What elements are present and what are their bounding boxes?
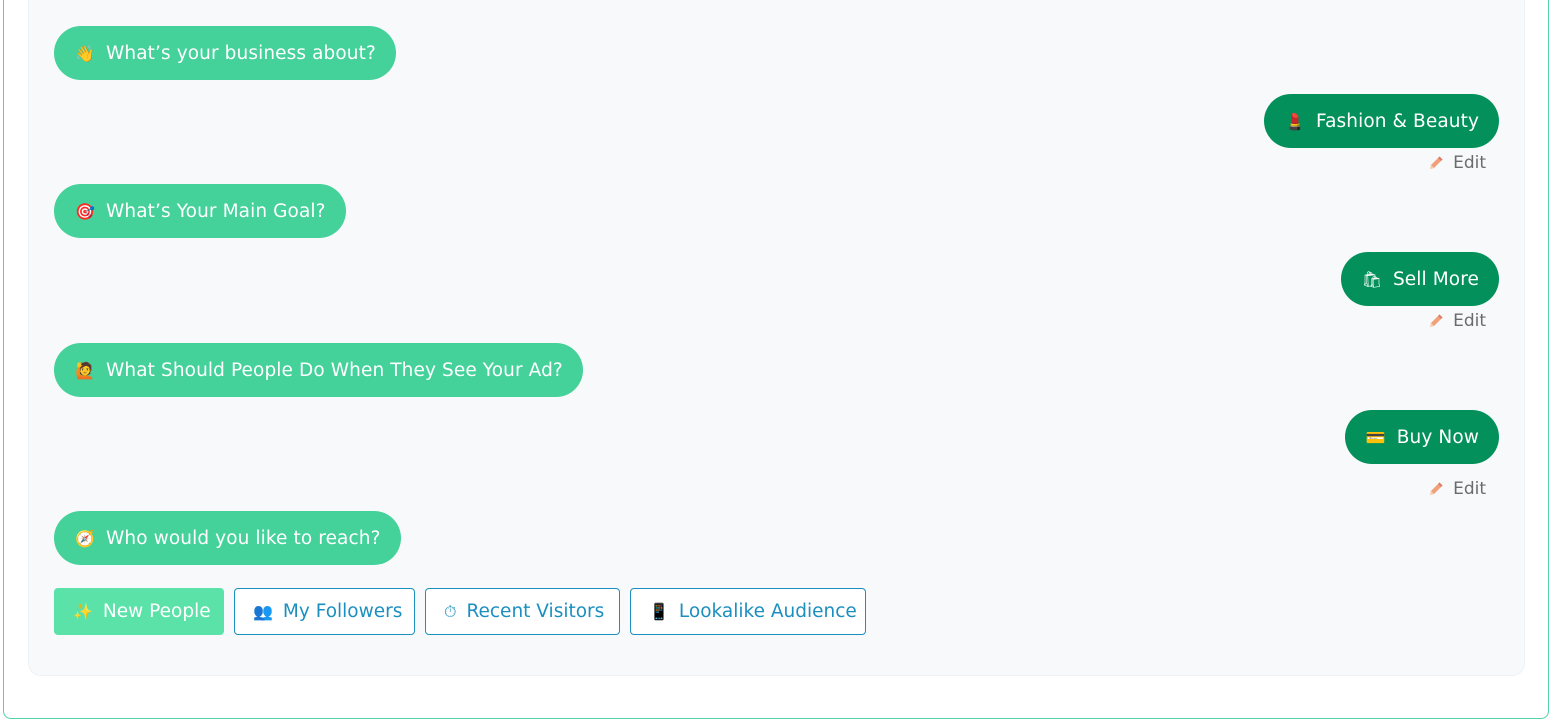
mobile-phone-icon: 📱 <box>649 602 669 621</box>
user-answer-text: Sell More <box>1392 268 1479 290</box>
raised-hand-person-icon: 🙋 <box>74 360 96 380</box>
target-icon: 🎯 <box>74 201 96 221</box>
option-label: New People <box>102 601 211 622</box>
pencil-icon <box>1430 156 1443 169</box>
bot-message-action: 🙋 What Should People Do When They See Yo… <box>54 343 583 397</box>
user-answer-text: Buy Now <box>1396 426 1479 448</box>
bot-message-text: Who would you like to reach? <box>106 527 381 549</box>
chat-panel: 👋 What’s your business about? 💄 Fashion … <box>29 0 1524 675</box>
pencil-icon <box>1430 482 1443 495</box>
bot-message-business: 👋 What’s your business about? <box>54 26 396 80</box>
compass-icon: 🧭 <box>74 528 96 548</box>
cash-register-icon: 💳 <box>1365 427 1386 447</box>
bot-message-text: What’s your business about? <box>106 42 376 64</box>
pencil-icon <box>1430 314 1443 327</box>
stopwatch-icon: ⏱ <box>444 601 457 621</box>
edit-goal-button[interactable]: Edit <box>1427 311 1486 331</box>
option-label: Lookalike Audience <box>678 601 857 622</box>
sparkles-icon: ✨ <box>73 602 93 621</box>
option-my-followers[interactable]: 👥 My Followers <box>234 588 415 635</box>
bot-message-goal: 🎯 What’s Your Main Goal? <box>54 184 346 238</box>
shopping-bags-icon: 🛍 <box>1361 269 1383 289</box>
user-answer-action: 💳 Buy Now <box>1344 410 1499 464</box>
option-label: Recent Visitors <box>466 601 605 622</box>
edit-label: Edit <box>1453 311 1486 331</box>
edit-action-button[interactable]: Edit <box>1427 479 1486 499</box>
option-recent-visitors[interactable]: ⏱ Recent Visitors <box>425 588 620 635</box>
bot-message-text: What’s Your Main Goal? <box>106 200 326 222</box>
waving-hand-icon: 👋 <box>74 43 96 63</box>
edit-label: Edit <box>1453 479 1486 499</box>
user-answer-text: Fashion & Beauty <box>1316 110 1479 132</box>
bot-message-text: What Should People Do When They See Your… <box>106 359 563 381</box>
edit-label: Edit <box>1453 153 1486 173</box>
user-answer-goal: 🛍 Sell More <box>1340 252 1499 306</box>
option-new-people[interactable]: ✨ New People <box>54 588 224 635</box>
user-answer-business: 💄 Fashion & Beauty <box>1264 94 1499 148</box>
people-icon: 👥 <box>253 602 273 621</box>
edit-business-button[interactable]: Edit <box>1427 153 1486 173</box>
lipstick-icon: 💄 <box>1285 111 1306 131</box>
option-lookalike-audience[interactable]: 📱 Lookalike Audience <box>630 588 866 635</box>
bot-message-audience: 🧭 Who would you like to reach? <box>54 511 401 565</box>
option-label: My Followers <box>282 601 403 622</box>
